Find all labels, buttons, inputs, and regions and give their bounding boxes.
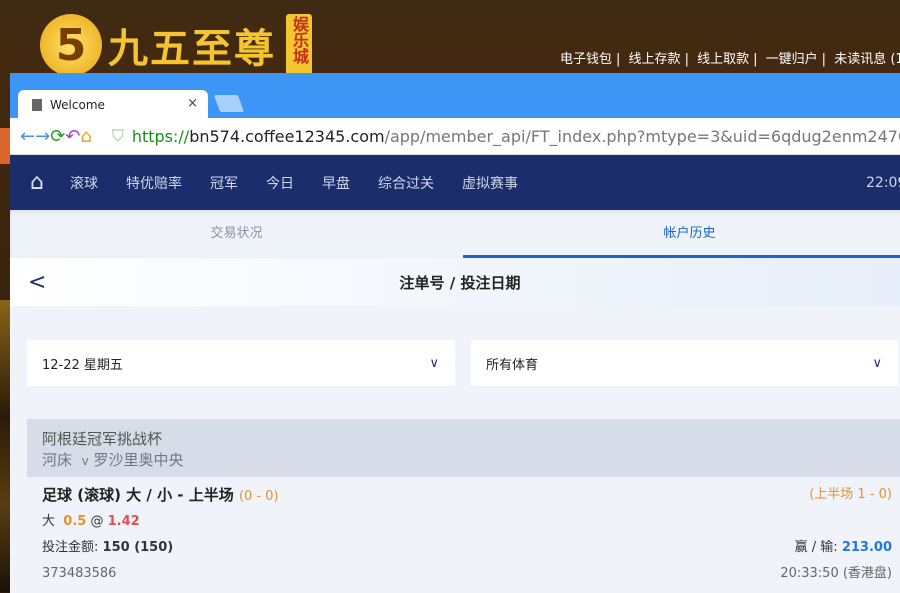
link-consolidate[interactable]: 一键归户 (766, 52, 818, 67)
tab-account-history[interactable]: 帐户历史 (463, 210, 900, 258)
side-decoration (0, 128, 10, 164)
nav-special-odds[interactable]: 特优赔率 (126, 173, 182, 193)
link-wallet[interactable]: 电子钱包 (560, 52, 612, 67)
winloss-value: 213.00 (841, 540, 892, 555)
chevron-down-icon: ∨ (429, 355, 439, 371)
stake-label: 投注金额: (42, 540, 99, 555)
logo-text: 九五至尊 (108, 26, 276, 72)
nav-outright[interactable]: 冠军 (210, 173, 238, 193)
logo-badge: 娱乐城 (286, 14, 312, 76)
odds: 1.42 (107, 514, 140, 529)
link-deposit[interactable]: 线上存款 (629, 52, 681, 67)
new-tab-button[interactable] (213, 95, 245, 112)
score-at-bet: (0 - 0) (238, 489, 279, 504)
chevron-down-icon: ∨ (872, 355, 882, 371)
divider: | (616, 52, 621, 67)
forward-icon[interactable]: → (35, 126, 50, 147)
selection: 大 (42, 514, 56, 529)
history-tabs: 交易状况 帐户历史 (10, 210, 900, 258)
date-value: 12-22 星期五 (42, 357, 123, 373)
divider: | (821, 52, 827, 67)
home-team: 河床 (42, 451, 73, 469)
close-tab-icon[interactable]: × (187, 96, 198, 111)
teams: 河床 v 罗沙里奥中央 (42, 450, 892, 472)
vs-label: v (81, 454, 89, 468)
home-icon[interactable]: ⌂ (80, 126, 91, 147)
divider: | (753, 52, 758, 67)
tab-transactions[interactable]: 交易状况 (10, 210, 463, 258)
league-name: 阿根廷冠军挑战杯 (42, 430, 163, 448)
nav-virtual[interactable]: 虚拟赛事 (462, 173, 518, 193)
browser-tab[interactable]: Welcome × (18, 90, 208, 119)
nav-parlay[interactable]: 综合过关 (378, 173, 434, 193)
nav-live[interactable]: 滚球 (70, 173, 98, 193)
winloss-label: 赢 / 输: (794, 540, 838, 555)
side-decoration (0, 300, 10, 592)
selection-row: 大 0.5 @ 1.42 (42, 509, 892, 535)
link-withdraw[interactable]: 线上取款 (697, 52, 749, 67)
url-path: /app/member_api/FT_index.php?mtype=3&uid… (384, 126, 900, 146)
bet-record: 足球 (滚球) 大 / 小 - 上半场 (0 - 0) (上半场 1 - 0) … (27, 477, 900, 587)
home-icon[interactable]: ⌂ (30, 170, 44, 195)
page-title: 注单号 / 投注日期 (399, 273, 521, 292)
ticket-number: 373483586 (42, 566, 117, 581)
clock: 22:09 (866, 174, 900, 191)
browser-window: Welcome × ← → ⟳ ↶ ⌂ ⛉ https://bn574.coff… (10, 73, 900, 593)
tab-title: Welcome (50, 97, 105, 112)
site-logo[interactable]: 5 九五至尊 娱乐城 (40, 14, 312, 76)
sport-select[interactable]: 所有体育 ∨ (471, 340, 898, 386)
top-links: 电子钱包 | 线上存款 | 线上取款 | 一键归户 | 未读讯息 (1 (560, 48, 900, 67)
undo-icon[interactable]: ↶ (65, 126, 80, 147)
title-bar: Welcome × (10, 73, 900, 119)
stake-row: 投注金额: 150 (150) 赢 / 输: 213.00 (42, 535, 892, 561)
back-chevron-icon[interactable]: < (28, 270, 46, 295)
refresh-icon[interactable]: ⟳ (50, 126, 65, 147)
handicap: 0.5 (63, 514, 87, 529)
document-icon (32, 98, 42, 111)
ticket-row: 373483586 20:33:50 (香港盘) (42, 561, 892, 587)
shield-icon: ⛉ (111, 126, 124, 145)
sub-header: < 注单号 / 投注日期 (10, 258, 900, 306)
at-sign: @ (90, 514, 104, 529)
stake-value: 150 (150) (102, 540, 174, 555)
nav-today[interactable]: 今日 (266, 173, 294, 193)
date-select[interactable]: 12-22 星期五 ∨ (27, 340, 455, 386)
back-icon[interactable]: ← (20, 126, 35, 147)
url-host: bn574.coffee12345.com (189, 126, 385, 146)
url-input[interactable]: https://bn574.coffee12345.com/app/member… (132, 127, 900, 146)
match-header: 阿根廷冠军挑战杯 河床 v 罗沙里奥中央 (27, 419, 900, 477)
market-label: 足球 (滚球) 大 / 小 - 上半场 (42, 486, 234, 504)
away-team: 罗沙里奥中央 (93, 451, 184, 469)
logo-icon: 5 (40, 14, 102, 76)
sport-value: 所有体育 (486, 357, 539, 373)
url-scheme: https:// (131, 126, 190, 146)
link-messages[interactable]: 未读讯息 (1 (834, 52, 900, 67)
bet-time: 20:33:50 (香港盘) (780, 566, 892, 581)
result-score: (上半场 1 - 0) (809, 487, 892, 502)
address-toolbar: ← → ⟳ ↶ ⌂ ⛉ https://bn574.coffee12345.co… (10, 118, 900, 155)
bet-title-row: 足球 (滚球) 大 / 小 - 上半场 (0 - 0) (上半场 1 - 0) (42, 477, 892, 509)
nav-early[interactable]: 早盘 (322, 173, 350, 193)
main-nav: ⌂ 滚球 特优赔率 冠军 今日 早盘 综合过关 虚拟赛事 22:09 (10, 155, 900, 210)
divider: | (684, 52, 689, 67)
